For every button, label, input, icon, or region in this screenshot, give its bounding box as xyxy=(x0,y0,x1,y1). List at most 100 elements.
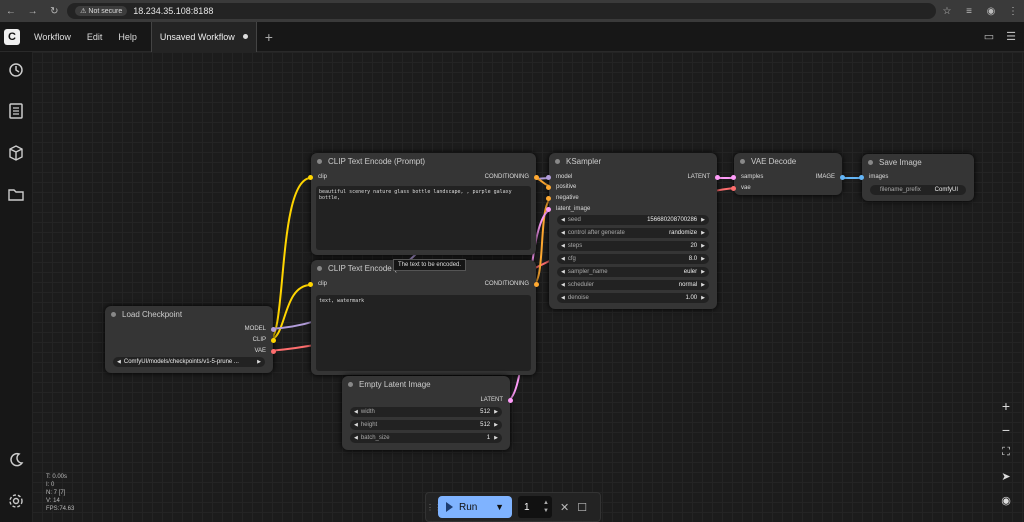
new-tab-plus-icon[interactable]: + xyxy=(265,29,273,45)
widget-ckpt-name[interactable]: ◀ ComfyUI/models/checkpoints/v1-5-prune .… xyxy=(113,357,265,367)
cursor-pointer-icon[interactable]: ➤ xyxy=(992,470,1020,494)
kebab-menu-icon[interactable]: ⋮ xyxy=(1002,6,1024,17)
decrement-arrow-icon[interactable]: ◀ xyxy=(117,359,121,365)
output-conditioning[interactable]: CONDITIONING xyxy=(485,174,539,180)
cube-icon[interactable] xyxy=(7,144,25,162)
output-vae[interactable]: VAE xyxy=(254,348,276,354)
cancel-x-icon[interactable]: ✕ xyxy=(560,501,569,514)
vae-decode-node[interactable]: VAE Decode samples vae IMAGE xyxy=(731,153,845,195)
increment-arrow-icon[interactable]: ▶ xyxy=(701,269,705,275)
batch-count-input[interactable]: 1 ▲ ▼ xyxy=(518,496,552,518)
collapse-dot-icon[interactable] xyxy=(740,159,745,164)
output-latent[interactable]: LATENT xyxy=(480,397,513,403)
collapse-dot-icon[interactable] xyxy=(317,159,322,164)
widget-seed[interactable]: ◀ seed 156680208700286 ▶ xyxy=(557,215,709,225)
reload-icon[interactable]: ↻ xyxy=(43,6,65,17)
address-bar[interactable]: ⚠ Not secure 18.234.35.108:8188 xyxy=(67,3,936,19)
drag-handle-icon[interactable]: ⋮⋮ xyxy=(426,503,442,512)
chevron-down-icon[interactable]: ▼ xyxy=(495,502,504,512)
not-secure-badge[interactable]: ⚠ Not secure xyxy=(75,6,128,16)
collapse-dot-icon[interactable] xyxy=(111,312,116,317)
stepper-arrows-icon[interactable]: ▲ ▼ xyxy=(543,499,549,515)
settings-gear-icon[interactable] xyxy=(7,492,25,510)
save-image-node[interactable]: Save Image images filename_prefix ComfyUI xyxy=(859,154,974,201)
run-button[interactable]: Run ▼ xyxy=(438,496,512,518)
increment-arrow-icon[interactable]: ▶ xyxy=(701,295,705,301)
decrement-arrow-icon[interactable]: ◀ xyxy=(561,269,565,275)
widget-width[interactable]: ◀ width 512 ▶ xyxy=(350,407,502,417)
output-model[interactable]: MODEL xyxy=(245,326,276,332)
input-latent-image[interactable]: latent_image xyxy=(546,206,590,212)
prompt-textarea[interactable]: text, watermark xyxy=(316,295,531,371)
decrement-arrow-icon[interactable]: ◀ xyxy=(561,256,565,262)
increment-arrow-icon[interactable]: ▶ xyxy=(494,422,498,428)
unsaved-dot-icon[interactable] xyxy=(242,34,248,39)
decrement-arrow-icon[interactable]: ◀ xyxy=(561,295,565,301)
playlist-icon[interactable]: ≡ xyxy=(958,6,980,17)
fit-view-icon[interactable]: ⛶ xyxy=(992,446,1020,470)
zoom-in-icon[interactable]: + xyxy=(992,398,1020,422)
collapse-dot-icon[interactable] xyxy=(868,160,873,165)
widget-control-after-generate[interactable]: ◀ control after generate randomize ▶ xyxy=(557,228,709,238)
workflow-tab[interactable]: Unsaved Workflow xyxy=(150,21,257,52)
input-clip[interactable]: clip xyxy=(308,281,327,287)
folder-open-icon[interactable] xyxy=(7,185,25,203)
output-latent[interactable]: LATENT xyxy=(687,174,720,180)
input-negative[interactable]: negative xyxy=(546,195,579,201)
increment-arrow-icon[interactable]: ▶ xyxy=(701,282,705,288)
hamburger-menu-icon[interactable]: ☰ xyxy=(1006,30,1016,43)
history-icon[interactable] xyxy=(7,61,25,79)
increment-arrow-icon[interactable]: ▶ xyxy=(494,435,498,441)
increment-arrow-icon[interactable]: ▶ xyxy=(701,230,705,236)
widget-filename-prefix[interactable]: filename_prefix ComfyUI xyxy=(870,185,966,195)
stop-square-icon[interactable]: ☐ xyxy=(577,501,587,514)
comfy-logo-icon[interactable]: C xyxy=(4,28,20,45)
decrement-arrow-icon[interactable]: ◀ xyxy=(354,435,358,441)
clip-text-encode-positive-node[interactable]: CLIP Text Encode (Prompt) clip CONDITION… xyxy=(308,153,539,255)
panel-toggle-icon[interactable]: ▭ xyxy=(984,30,994,43)
collapse-dot-icon[interactable] xyxy=(317,266,322,271)
increment-arrow-icon[interactable]: ▶ xyxy=(257,359,261,365)
load-checkpoint-node[interactable]: Load Checkpoint MODEL CLIP VAE ◀ ComfyUI/… xyxy=(105,306,276,373)
input-positive[interactable]: positive xyxy=(546,184,576,190)
zoom-out-icon[interactable]: − xyxy=(992,422,1020,446)
back-icon[interactable]: ← xyxy=(0,6,22,17)
url-text[interactable]: 18.234.35.108:8188 xyxy=(133,6,213,16)
decrement-arrow-icon[interactable]: ◀ xyxy=(354,422,358,428)
widget-batch-size[interactable]: ◀ batch_size 1 ▶ xyxy=(350,433,502,443)
widget-denoise[interactable]: ◀ denoise 1.00 ▶ xyxy=(557,293,709,303)
moon-icon[interactable] xyxy=(7,451,25,469)
input-model[interactable]: model xyxy=(546,174,572,180)
widget-height[interactable]: ◀ height 512 ▶ xyxy=(350,420,502,430)
input-images[interactable]: images xyxy=(859,174,888,180)
input-vae[interactable]: vae xyxy=(731,185,751,191)
menu-workflow[interactable]: Workflow xyxy=(26,32,79,42)
increment-arrow-icon[interactable]: ▶ xyxy=(701,217,705,223)
collapse-dot-icon[interactable] xyxy=(348,382,353,387)
output-clip[interactable]: CLIP xyxy=(253,337,276,343)
menu-help[interactable]: Help xyxy=(110,32,145,42)
visibility-eye-icon[interactable]: ◉ xyxy=(992,494,1020,518)
document-list-icon[interactable] xyxy=(7,102,25,120)
menu-edit[interactable]: Edit xyxy=(79,32,111,42)
widget-scheduler[interactable]: ◀ scheduler normal ▶ xyxy=(557,280,709,290)
decrement-arrow-icon[interactable]: ◀ xyxy=(561,230,565,236)
collapse-dot-icon[interactable] xyxy=(555,159,560,164)
decrement-arrow-icon[interactable]: ◀ xyxy=(561,282,565,288)
output-image[interactable]: IMAGE xyxy=(816,174,845,180)
empty-latent-image-node[interactable]: Empty Latent Image LATENT ◀ width 512 ▶ ◀ he… xyxy=(342,376,513,450)
input-samples[interactable]: samples xyxy=(731,174,763,180)
prompt-textarea[interactable]: beautiful scenery nature glass bottle la… xyxy=(316,186,531,250)
decrement-arrow-icon[interactable]: ◀ xyxy=(561,243,565,249)
bookmark-star-icon[interactable]: ☆ xyxy=(936,6,958,17)
decrement-arrow-icon[interactable]: ◀ xyxy=(561,217,565,223)
increment-arrow-icon[interactable]: ▶ xyxy=(701,243,705,249)
profile-icon[interactable]: ◉ xyxy=(980,6,1002,17)
widget-cfg[interactable]: ◀ cfg 8.0 ▶ xyxy=(557,254,709,264)
clip-text-encode-negative-node[interactable]: CLIP Text Encode ( clip CONDITIONING tex… xyxy=(308,260,539,375)
input-clip[interactable]: clip xyxy=(308,174,327,180)
increment-arrow-icon[interactable]: ▶ xyxy=(701,256,705,262)
forward-icon[interactable]: → xyxy=(22,6,44,17)
graph-canvas[interactable]: CLIP Text Encode (Prompt) clip CONDITION… xyxy=(32,52,1024,522)
output-conditioning[interactable]: CONDITIONING xyxy=(485,281,539,287)
